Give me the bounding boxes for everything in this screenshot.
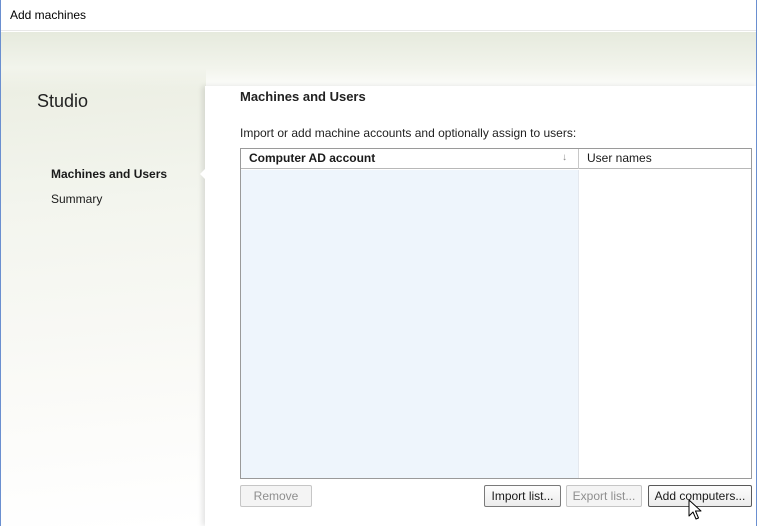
sidebar: [1, 32, 206, 526]
import-list-button[interactable]: Import list...: [484, 485, 561, 507]
table-column-computer-ad-account[interactable]: [241, 170, 579, 478]
window-title: Add machines: [10, 8, 87, 22]
column-header-computer-ad-account[interactable]: Computer AD account: [241, 149, 579, 169]
machines-table[interactable]: Computer AD account ↓ User names: [240, 148, 752, 479]
title-bar: Add machines: [1, 0, 756, 31]
instruction-text: Import or add machine accounts and optio…: [240, 126, 577, 140]
column-header-user-names[interactable]: User names: [579, 149, 751, 169]
table-header: Computer AD account ↓ User names: [241, 149, 751, 169]
sidebar-item-summary[interactable]: Summary: [51, 192, 102, 206]
page-title: Machines and Users: [240, 89, 366, 104]
sort-down-arrow-icon[interactable]: ↓: [562, 153, 567, 163]
sidebar-item-machines-and-users[interactable]: Machines and Users: [51, 167, 167, 181]
add-computers-button[interactable]: Add computers...: [648, 485, 752, 507]
remove-button[interactable]: Remove: [240, 485, 312, 507]
sidebar-app-name: Studio: [37, 91, 89, 111]
header-gradient: [1, 32, 756, 92]
add-machines-window: Add machines Studio Machines and Users S…: [0, 0, 757, 526]
active-step-pointer-icon: [200, 167, 207, 181]
export-list-button[interactable]: Export list...: [566, 485, 642, 507]
table-column-user-names[interactable]: [579, 170, 751, 478]
